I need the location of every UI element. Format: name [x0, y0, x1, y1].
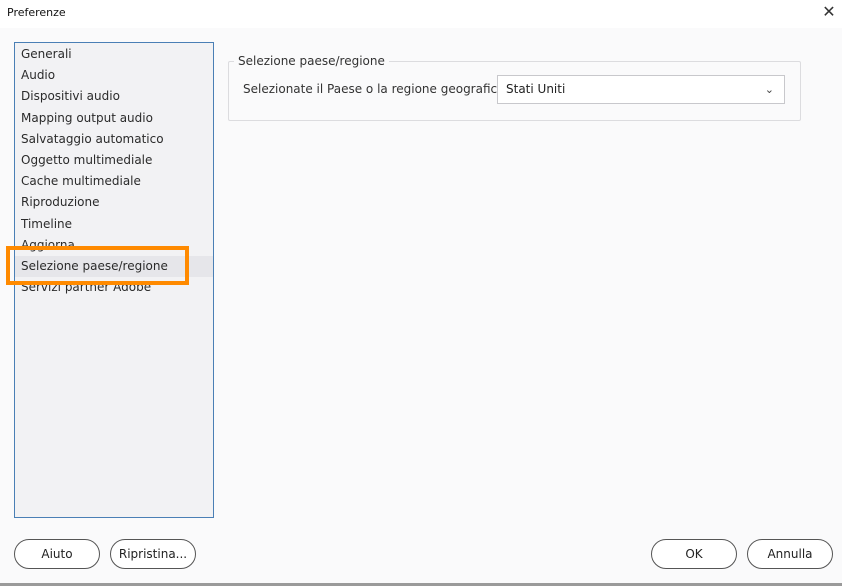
- cancel-button[interactable]: Annulla: [747, 539, 833, 569]
- ok-button[interactable]: OK: [651, 539, 737, 569]
- reset-button[interactable]: Ripristina...: [110, 539, 196, 569]
- sidebar-item[interactable]: Oggetto multimediale: [15, 150, 213, 171]
- sidebar-item[interactable]: Timeline: [15, 214, 213, 235]
- title-bar: Preferenze ✕: [0, 0, 842, 28]
- highlight-annotation: [6, 246, 189, 285]
- sidebar-item[interactable]: Salvataggio automatico: [15, 129, 213, 150]
- sidebar-item[interactable]: Riproduzione: [15, 192, 213, 213]
- sidebar-item[interactable]: Dispositivi audio: [15, 86, 213, 107]
- group-title: Selezione paese/regione: [234, 54, 389, 68]
- help-button[interactable]: Aiuto: [14, 539, 100, 569]
- sidebar-item[interactable]: Cache multimediale: [15, 171, 213, 192]
- chevron-down-icon: ⌄: [764, 83, 774, 96]
- country-select-value: Stati Uniti: [506, 82, 566, 96]
- window-title: Preferenze: [7, 6, 66, 19]
- sidebar-item[interactable]: Generali: [15, 44, 213, 65]
- country-select[interactable]: Stati Uniti ⌄: [497, 75, 785, 104]
- sidebar-item[interactable]: Mapping output audio: [15, 108, 213, 129]
- sidebar-item[interactable]: Audio: [15, 65, 213, 86]
- country-label: Selezionate il Paese o la regione geogra…: [243, 82, 509, 96]
- close-icon[interactable]: ✕: [820, 2, 838, 22]
